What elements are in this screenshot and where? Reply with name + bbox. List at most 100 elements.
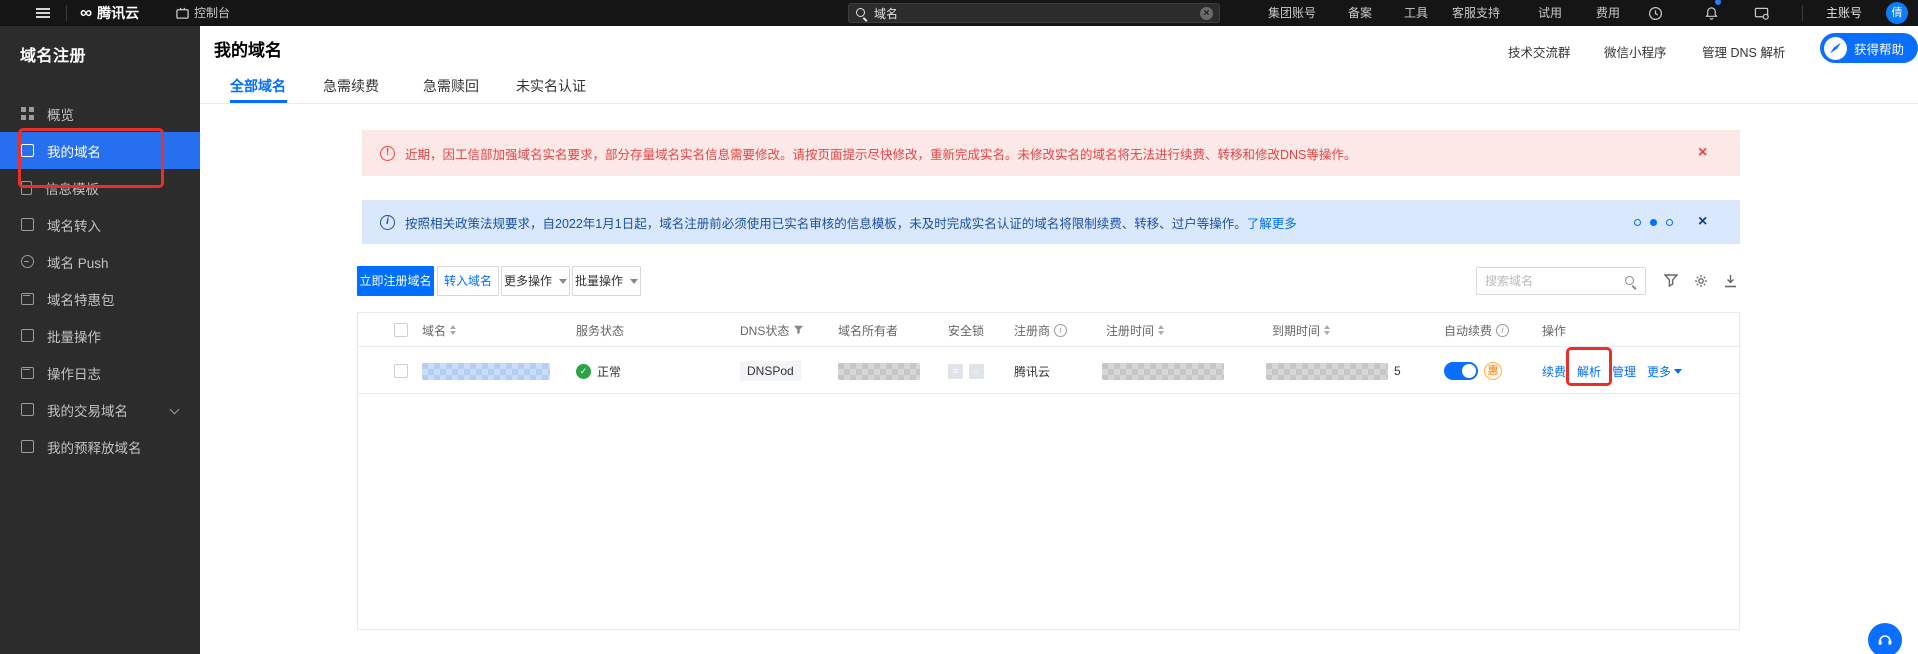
account-type-label[interactable]: 主账号 [1826, 0, 1862, 26]
notifications-button[interactable] [1704, 0, 1719, 26]
sidebar-item-label: 我的预释放域名 [47, 437, 142, 457]
info-icon[interactable]: i [1054, 324, 1067, 337]
sidebar: 域名注册 概览 我的域名 信息模板 域名转入 域名 Push 域名特惠包 批量操… [0, 26, 200, 654]
sidebar-item-my-trade-domains[interactable]: 我的交易域名 [0, 391, 200, 428]
chevron-down-icon [559, 279, 567, 288]
info-icon[interactable]: i [1496, 324, 1509, 337]
sidebar-item-domain-transfer-in[interactable]: 域名转入 [0, 206, 200, 243]
filter-button[interactable] [1664, 274, 1678, 287]
manage-dns-link[interactable]: 管理 DNS 解析 [1702, 42, 1785, 61]
learn-more-link[interactable]: 了解更多 [1247, 217, 1297, 231]
transfer-lock-icon[interactable]: ○ [969, 364, 984, 379]
transfer-in-button[interactable]: 转入域名 [437, 266, 499, 296]
history-button[interactable] [1648, 0, 1663, 26]
tabbar-divider [200, 103, 1918, 104]
carousel-dot-1[interactable] [1634, 219, 1641, 226]
batch-icon [21, 329, 34, 342]
carousel-dot-3[interactable] [1666, 219, 1673, 226]
sidebar-item-operation-log[interactable]: 操作日志 [0, 354, 200, 391]
prerelease-icon [21, 440, 34, 453]
sidebar-item-my-prerelease-domains[interactable]: 我的预释放域名 [0, 428, 200, 465]
row-select-cell [394, 348, 408, 394]
sidebar-item-info-template[interactable]: 信息模板 [0, 169, 200, 206]
more-link[interactable]: 更多 [1647, 363, 1682, 380]
sort-icon[interactable] [1158, 322, 1164, 338]
sidebar-item-batch-operations[interactable]: 批量操作 [0, 317, 200, 354]
domain-search-input[interactable] [1485, 274, 1615, 288]
console-icon [176, 7, 189, 20]
topbar-search-input[interactable] [874, 6, 1174, 20]
sidebar-title: 域名注册 [0, 26, 200, 66]
info-icon: i [380, 215, 395, 230]
security-lock-cell: ≡○ [948, 348, 984, 394]
topbar-item-trial[interactable]: 试用 [1538, 0, 1562, 26]
col-service-status: 服务状态 [576, 313, 624, 347]
select-all-checkbox[interactable] [394, 323, 408, 337]
expiry-time-cell: 5 [1266, 348, 1401, 394]
sidebar-item-label: 域名转入 [47, 215, 101, 235]
hamburger-menu-button[interactable] [36, 0, 50, 26]
register-domain-button[interactable]: 立即注册域名 [357, 266, 434, 296]
column-settings-button[interactable] [1694, 274, 1708, 288]
redacted-registration-time [1102, 363, 1224, 380]
sidebar-item-my-domains[interactable]: 我的域名 [0, 132, 200, 169]
topbar-item-support[interactable]: 客服支持 [1452, 0, 1500, 26]
page-title: 我的域名 [214, 36, 282, 61]
wechat-miniprogram-link[interactable]: 微信小程序 [1604, 42, 1667, 61]
tech-group-link[interactable]: 技术交流群 [1508, 42, 1571, 61]
batch-actions-dropdown[interactable]: 批量操作 [572, 266, 641, 296]
template-icon [21, 181, 32, 195]
filter-icon[interactable] [793, 325, 804, 335]
auto-renew-cell: 惠 [1444, 348, 1502, 394]
sidebar-item-overview[interactable]: 概览 [0, 95, 200, 132]
tab-redeem-needed[interactable]: 急需赎回 [423, 70, 479, 103]
sort-icon[interactable] [1324, 322, 1330, 338]
sidebar-item-label: 我的交易域名 [47, 400, 128, 420]
manage-link[interactable]: 管理 [1612, 363, 1636, 380]
sort-icon[interactable] [450, 322, 456, 338]
console-settings-button[interactable] [1754, 0, 1770, 26]
table-header: 域名 服务状态 DNS状态 域名所有者 安全锁 注册商i 注册时间 到期时间 自… [358, 313, 1739, 347]
sidebar-item-label: 域名 Push [47, 252, 109, 272]
topbar-item-icp[interactable]: 备案 [1348, 0, 1372, 26]
dns-resolve-link[interactable]: 解析 [1577, 363, 1601, 380]
warning-icon: ! [380, 146, 395, 161]
topbar-search[interactable]: × [848, 3, 1220, 23]
get-help-button[interactable]: 获得帮助 [1820, 33, 1918, 63]
col-registration-time: 注册时间 [1106, 313, 1164, 347]
domain-search-box[interactable] [1476, 267, 1646, 295]
topbar-item-billing[interactable]: 费用 [1596, 0, 1620, 26]
registration-time-cell [1102, 348, 1224, 394]
clear-search-icon[interactable]: × [1200, 7, 1213, 20]
bell-icon [1704, 6, 1719, 21]
divider [1802, 5, 1803, 21]
renew-link[interactable]: 续费 [1542, 363, 1566, 380]
topbar-item-group-account[interactable]: 集团账号 [1268, 0, 1316, 26]
row-checkbox[interactable] [394, 364, 408, 378]
tab-all-domains[interactable]: 全部域名 [230, 70, 286, 103]
col-dns-status: DNS状态 [740, 313, 804, 347]
col-auto-renew: 自动续费i [1444, 313, 1509, 347]
carousel-dot-2[interactable] [1650, 219, 1657, 226]
logo[interactable]: ∞ 腾讯云 [80, 0, 139, 26]
sidebar-item-domain-package[interactable]: 域名特惠包 [0, 280, 200, 317]
chevron-down-icon [170, 405, 180, 415]
close-info-icon[interactable]: × [1698, 213, 1707, 231]
customer-service-button[interactable] [1868, 623, 1902, 654]
download-button[interactable] [1724, 274, 1737, 288]
avatar[interactable]: 倩 [1886, 2, 1908, 24]
console-link[interactable]: 控制台 [176, 0, 230, 26]
close-warning-icon[interactable]: × [1698, 144, 1707, 162]
col-actions: 操作 [1542, 313, 1566, 347]
dns-status-cell: DNSPod [740, 348, 801, 394]
sidebar-item-domain-push[interactable]: 域名 Push [0, 243, 200, 280]
update-lock-icon[interactable]: ≡ [948, 364, 963, 379]
topbar-item-tools[interactable]: 工具 [1404, 0, 1428, 26]
promo-badge[interactable]: 惠 [1484, 362, 1502, 380]
more-actions-dropdown[interactable]: 更多操作 [501, 266, 570, 296]
auto-renew-toggle[interactable] [1444, 362, 1478, 380]
redacted-domain [422, 363, 550, 380]
tab-renewal-needed[interactable]: 急需续费 [323, 70, 379, 103]
tab-not-verified[interactable]: 未实名认证 [516, 70, 586, 103]
redacted-owner [838, 363, 920, 380]
